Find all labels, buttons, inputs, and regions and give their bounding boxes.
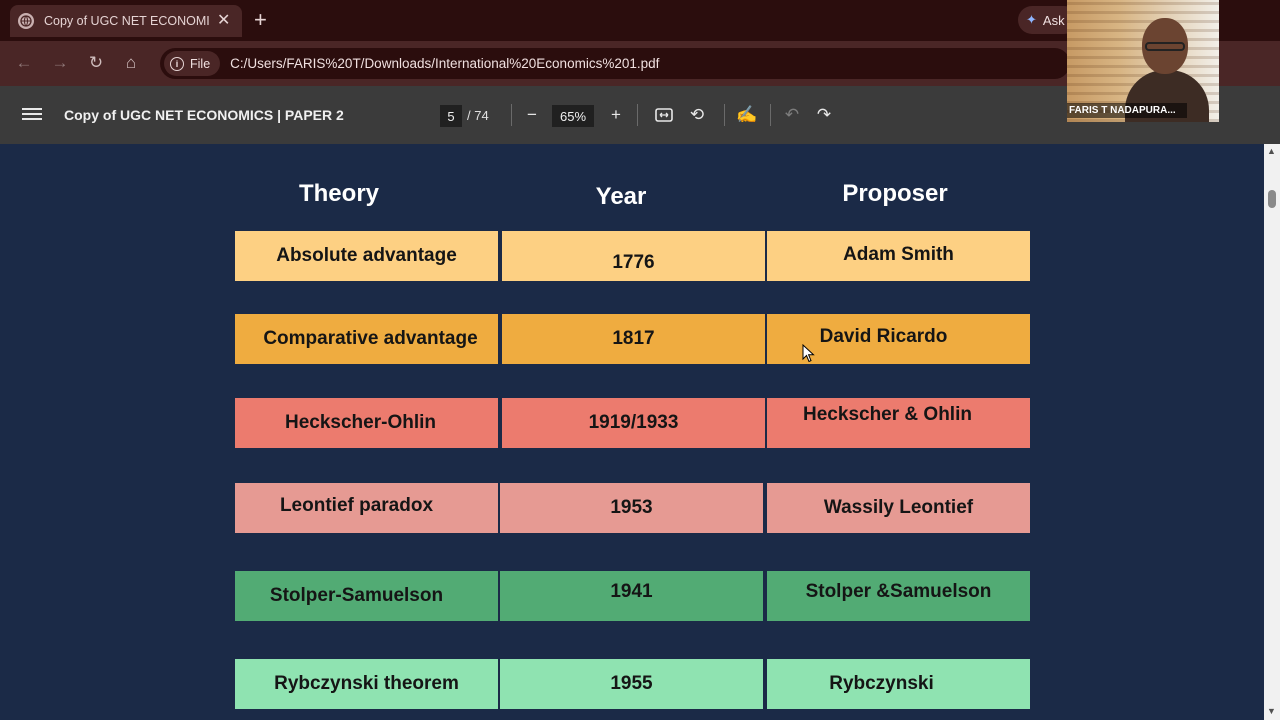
scroll-up-arrow-icon[interactable]: ▲	[1267, 146, 1276, 156]
cell-theory: Comparative advantage	[235, 314, 498, 364]
annotate-pen-icon[interactable]: ✍	[736, 104, 758, 126]
site-info-chip[interactable]: i File	[164, 51, 221, 76]
cell-year: 1941	[500, 571, 763, 621]
header-theory: Theory	[298, 180, 379, 207]
header-year: Year	[595, 183, 647, 210]
address-bar[interactable]: i File C:/Users/FARIS%20T/Downloads/Inte…	[160, 48, 1070, 79]
cell-theory: Heckscher-Ohlin	[235, 398, 498, 448]
cell-year: 1776	[502, 231, 765, 281]
zoom-in-icon[interactable]: +	[605, 104, 627, 126]
new-tab-button[interactable]: +	[254, 9, 267, 31]
info-icon: i	[170, 56, 184, 71]
page-total: / 74	[467, 108, 489, 123]
glasses	[1145, 42, 1185, 51]
reload-icon[interactable]: ↻	[86, 53, 106, 73]
url-text[interactable]: C:/Users/FARIS%20T/Downloads/Internation…	[230, 56, 659, 71]
toolbar-divider	[724, 104, 725, 126]
fit-page-icon[interactable]	[653, 104, 675, 126]
page-number-input[interactable]: 5	[440, 105, 462, 127]
cell-theory: Rybczynski theorem	[235, 659, 498, 709]
cell-proposer: Stolper &Samuelson	[767, 571, 1030, 621]
webcam-overlay: FARIS T NADAPURA...	[1067, 0, 1219, 122]
forward-arrow-icon[interactable]: →	[50, 53, 70, 73]
rotate-icon[interactable]: ⟲	[686, 104, 708, 126]
home-icon[interactable]: ⌂	[121, 53, 141, 73]
presenter-name: FARIS T NADAPURA...	[1067, 103, 1187, 118]
zoom-out-icon[interactable]: −	[521, 104, 543, 126]
back-arrow-icon[interactable]: ←	[14, 53, 34, 73]
cell-proposer: Adam Smith	[767, 231, 1030, 281]
cell-proposer: Heckscher & Ohlin	[767, 398, 1030, 448]
document-title: Copy of UGC NET ECONOMICS | PAPER 2	[64, 107, 344, 123]
cell-year: 1955	[500, 659, 763, 709]
scroll-down-arrow-icon[interactable]: ▼	[1267, 706, 1276, 716]
cell-year: 1817	[502, 314, 765, 364]
toolbar-divider	[770, 104, 771, 126]
cell-theory: Stolper-Samuelson	[235, 571, 498, 621]
menu-icon[interactable]	[22, 105, 42, 125]
zoom-input[interactable]: 65%	[552, 105, 594, 127]
vertical-scrollbar[interactable]	[1264, 144, 1280, 720]
toolbar-divider	[511, 104, 512, 126]
tab-title: Copy of UGC NET ECONOMICS	[44, 14, 209, 28]
sparkle-icon: ✦	[1026, 12, 1037, 27]
file-chip-label: File	[190, 56, 211, 71]
toolbar-divider	[637, 104, 638, 126]
cell-theory: Leontief paradox	[235, 483, 498, 533]
scrollbar-thumb[interactable]	[1268, 190, 1276, 208]
redo-icon[interactable]: ↷	[813, 104, 835, 126]
mouse-cursor-icon	[802, 344, 815, 363]
cell-year: 1919/1933	[502, 398, 765, 448]
browser-tab[interactable]: Copy of UGC NET ECONOMICS ✕	[10, 5, 242, 37]
cell-theory: Absolute advantage	[235, 231, 498, 281]
undo-icon[interactable]: ↶	[781, 104, 803, 126]
cell-proposer: Rybczynski	[767, 659, 1030, 709]
ask-label: Ask	[1042, 12, 1065, 28]
header-proposer: Proposer	[842, 180, 948, 207]
cell-year: 1953	[500, 483, 763, 533]
globe-icon	[18, 13, 34, 29]
close-tab-icon[interactable]: ✕	[217, 13, 230, 29]
cell-proposer: Wassily Leontief	[767, 483, 1030, 533]
